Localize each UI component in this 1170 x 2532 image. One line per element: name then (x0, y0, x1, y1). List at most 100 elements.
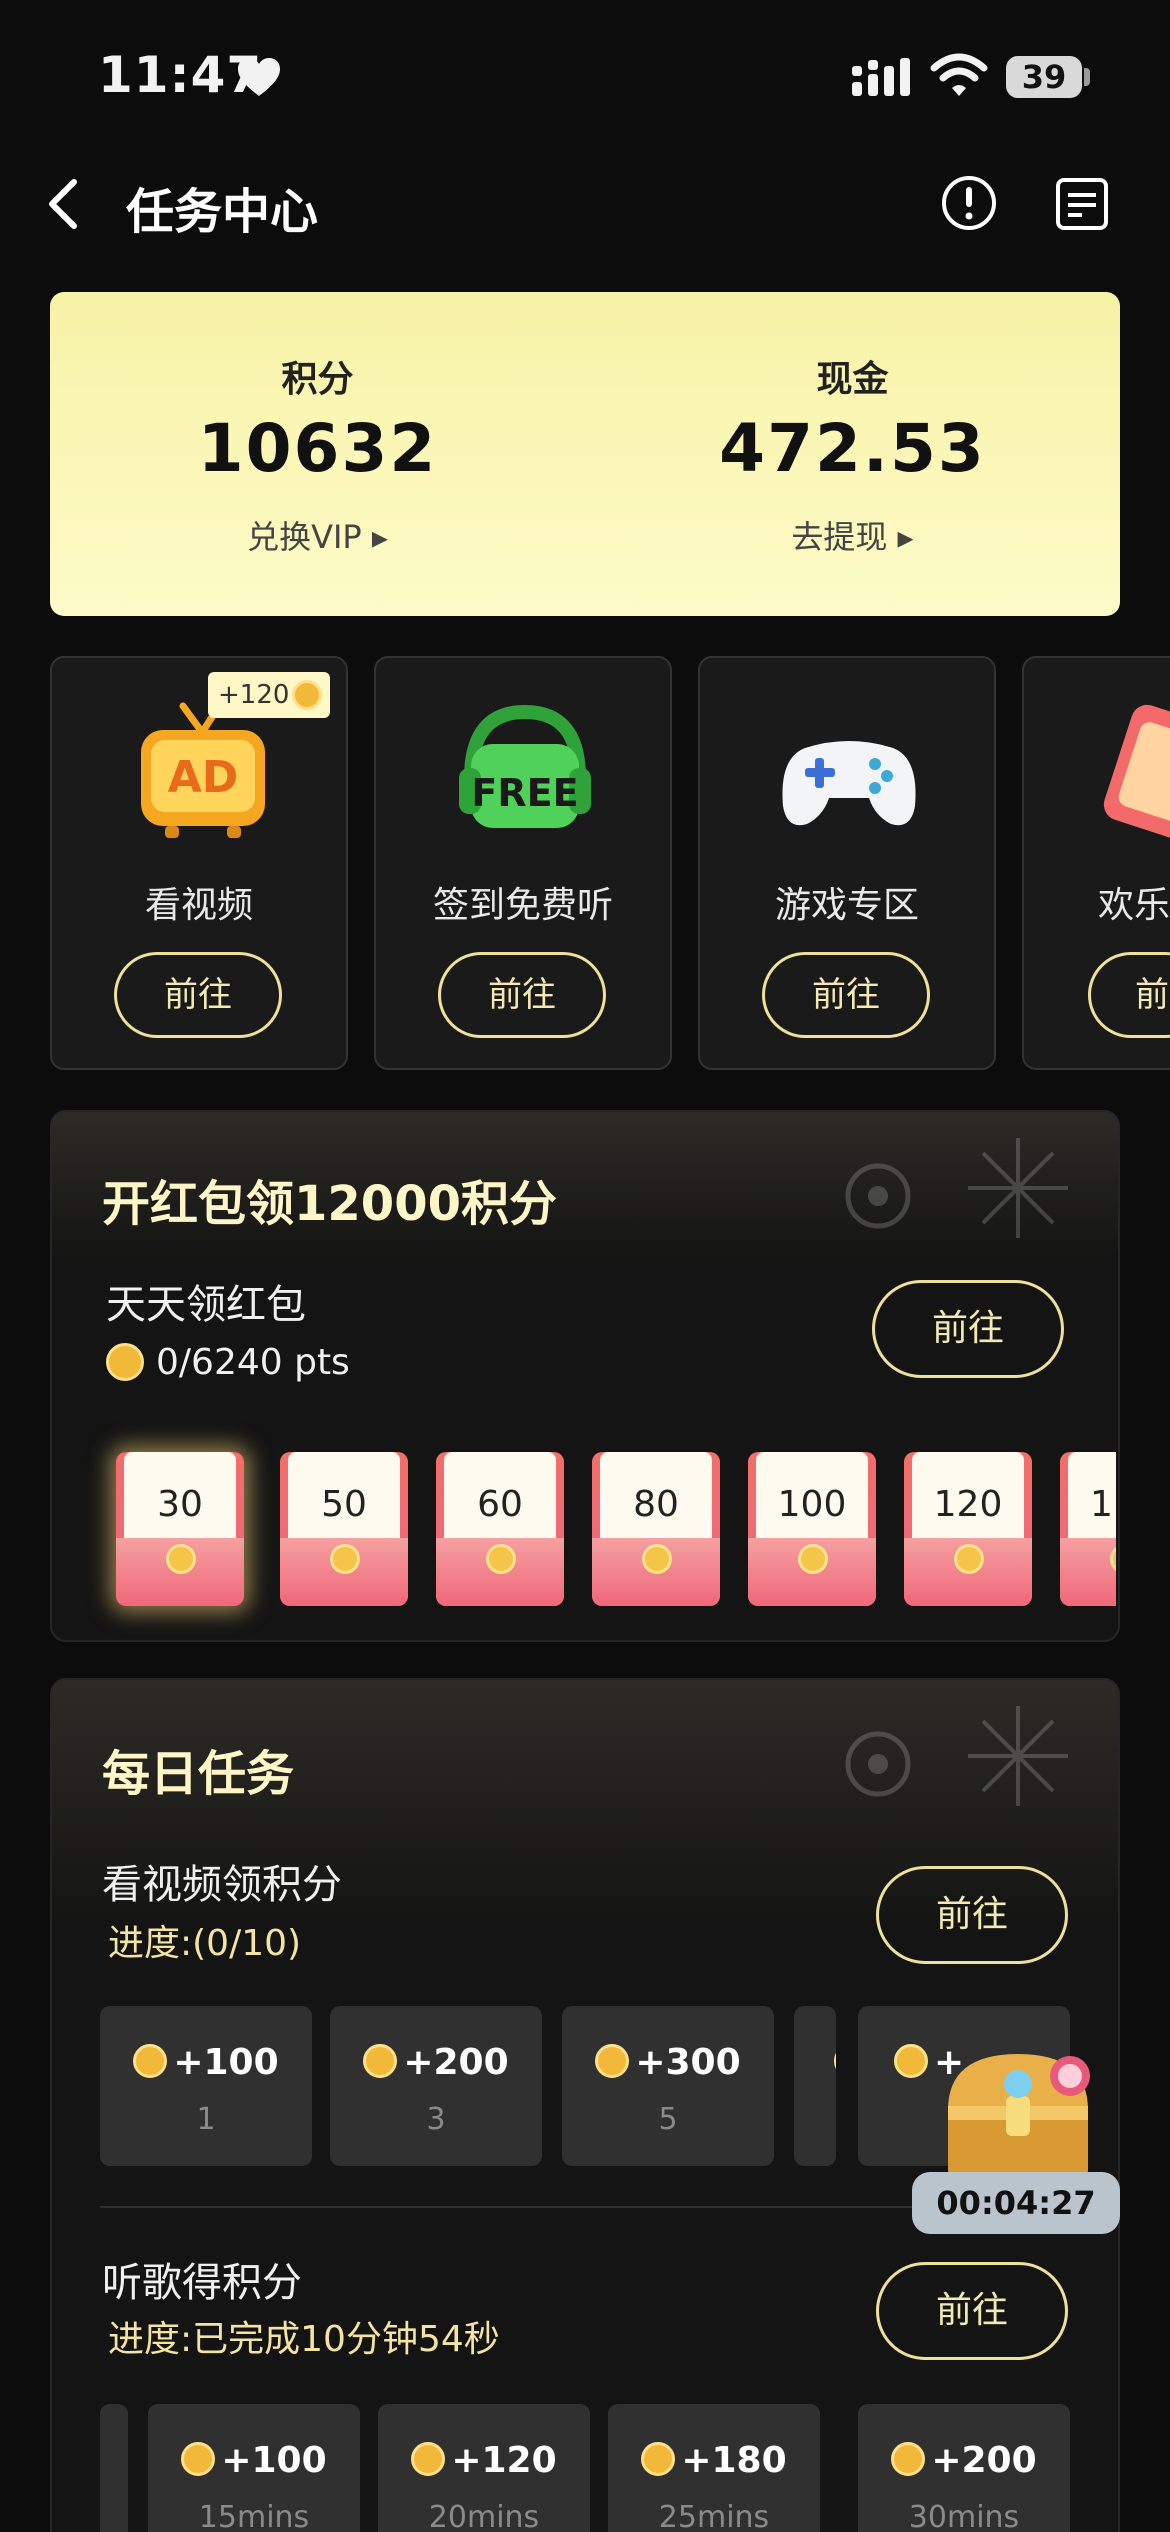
envelope-value: 50 (321, 1484, 367, 1525)
quick-card-checkin[interactable]: FREE 签到免费听 前往 (374, 656, 672, 1070)
decorative-firework-icon (845, 1706, 1068, 1806)
chest-countdown[interactable]: 00:04:27 (912, 2172, 1120, 2234)
music-reward-tile: +200 30mins (858, 2404, 1070, 2532)
envelope-value: 30 (157, 1484, 203, 1525)
balance-card: 积分 10632 兑换VIP ▸ 现金 472.53 去提现 ▸ (50, 292, 1120, 616)
battery-level: 39 (1006, 56, 1082, 98)
svg-text:FREE: FREE (471, 771, 578, 815)
cash-value: 472.53 (719, 410, 986, 487)
coin-seal-icon (330, 1544, 360, 1574)
quick-card-video[interactable]: AD +120 看视频 前往 (50, 656, 348, 1070)
quick-card-label: 签到免费听 (432, 885, 613, 926)
info-icon[interactable] (940, 174, 998, 232)
ad-tv-icon: AD (141, 702, 265, 838)
cash-label: 现金 (816, 359, 889, 400)
video-task-progress: 进度:(0/10) (108, 1923, 302, 1964)
music-task-title: 听歌得积分 (102, 2260, 302, 2306)
coin-icon (595, 2044, 630, 2078)
heart-icon (238, 58, 280, 96)
coin-icon (891, 2442, 926, 2476)
reward-amount: + (834, 2083, 836, 2124)
red-packet-title: 开红包领12000积分 (102, 1176, 557, 1232)
reward-step: 15mins (198, 2500, 310, 2532)
reward-amount: +300 (635, 2042, 741, 2083)
quick-card-fun[interactable]: 欢乐 前 (1022, 656, 1170, 1070)
red-envelope[interactable]: 80 (592, 1452, 720, 1606)
envelope-value: 120 (933, 1484, 1003, 1525)
daily-task-title: 每日任务 (102, 1746, 295, 1802)
music-reward-tile: +100 15mins (148, 2404, 360, 2532)
coin-icon (641, 2442, 676, 2476)
envelope-value: 100 (777, 1484, 847, 1525)
music-task-go-button[interactable]: 前往 (876, 2262, 1068, 2360)
red-envelope[interactable]: 60 (436, 1452, 564, 1606)
withdraw-link[interactable]: 去提现 ▸ (585, 512, 1120, 558)
card-icon (1103, 704, 1170, 839)
coin-seal-icon (486, 1544, 516, 1574)
free-headphones-icon: FREE (459, 704, 591, 828)
coin-seal-icon (166, 1544, 196, 1574)
quick-card-go-button[interactable]: 前 (1088, 952, 1170, 1038)
music-reward-tile: +180 25mins (608, 2404, 820, 2532)
cash-column[interactable]: 现金 472.53 去提现 ▸ (585, 292, 1120, 616)
reward-amount: +100 (221, 2440, 327, 2481)
reward-amount: +200 (403, 2042, 509, 2083)
quick-card-games[interactable]: 游戏专区 前往 (698, 656, 996, 1070)
points-label: 积分 (281, 359, 354, 400)
coin-icon (181, 2442, 216, 2476)
coin-seal-icon (642, 1544, 672, 1574)
page-title: 任务中心 (126, 184, 319, 240)
red-envelope[interactable]: 50 (280, 1452, 408, 1606)
video-task-title: 看视频领积分 (102, 1862, 342, 1908)
video-reward-tile: +200 3 (330, 2006, 542, 2166)
quick-card-go-button[interactable]: 前往 (438, 952, 606, 1038)
red-envelope[interactable]: 100 (748, 1452, 876, 1606)
red-packet-go-button[interactable]: 前往 (872, 1280, 1064, 1378)
points-column[interactable]: 积分 10632 兑换VIP ▸ (50, 292, 585, 616)
coin-icon (292, 680, 322, 710)
svg-text:AD: AD (168, 752, 239, 803)
coin-icon (106, 1343, 144, 1381)
quick-card-go-button[interactable]: 前往 (762, 952, 930, 1038)
reward-badge-text: +120 (218, 680, 290, 710)
video-reward-tile: +300 5 (562, 2006, 774, 2166)
reward-badge: +120 (208, 672, 330, 718)
envelope-value: 80 (633, 1484, 679, 1525)
envelope-value: 1 (1090, 1484, 1113, 1525)
music-reward-tile: +120 20mins (378, 2404, 590, 2532)
coin-seal-icon (798, 1544, 828, 1574)
signal-icon (852, 58, 910, 96)
music-task-progress: 进度:已完成10分钟54秒 (108, 2319, 500, 2360)
back-arrow-icon[interactable] (46, 178, 82, 230)
reward-amount: +100 (173, 2042, 279, 2083)
coin-icon (133, 2044, 168, 2078)
treasure-chest-icon[interactable] (930, 2040, 1106, 2190)
reward-amount: +180 (681, 2440, 787, 2481)
reward-step: 1 (196, 2102, 216, 2137)
reward-amount: +200 (931, 2440, 1037, 2481)
points-value: 10632 (197, 410, 438, 487)
coin-seal-icon (954, 1544, 984, 1574)
decorative-firework-icon (845, 1138, 1068, 1238)
redeem-vip-link[interactable]: 兑换VIP ▸ (50, 512, 585, 558)
quick-card-go-button[interactable]: 前往 (114, 952, 282, 1038)
battery-tip (1084, 68, 1090, 86)
reward-step: 30mins (908, 2500, 1020, 2532)
red-envelope-partial[interactable]: 1 (1060, 1452, 1116, 1606)
wifi-icon (930, 53, 988, 96)
quick-card-label: 游戏专区 (774, 885, 919, 926)
reward-step: 20mins (428, 2500, 540, 2532)
red-envelope[interactable]: 120 (904, 1452, 1032, 1606)
video-task-go-button[interactable]: 前往 (876, 1866, 1068, 1964)
red-envelope[interactable]: 30 (116, 1452, 244, 1606)
record-icon[interactable] (1054, 176, 1110, 232)
envelope-value: 60 (477, 1484, 523, 1525)
quick-card-label: 欢乐 (1098, 885, 1170, 926)
coin-icon (411, 2442, 446, 2476)
reward-step: 5 (658, 2102, 678, 2137)
reward-step: 3 (426, 2102, 446, 2137)
reward-step: 25mins (658, 2500, 770, 2532)
reward-amount: +120 (451, 2440, 557, 2481)
red-packet-progress-text: 0/6240 pts (156, 1341, 350, 1383)
red-packet-subtitle: 天天领红包 (106, 1282, 306, 1328)
